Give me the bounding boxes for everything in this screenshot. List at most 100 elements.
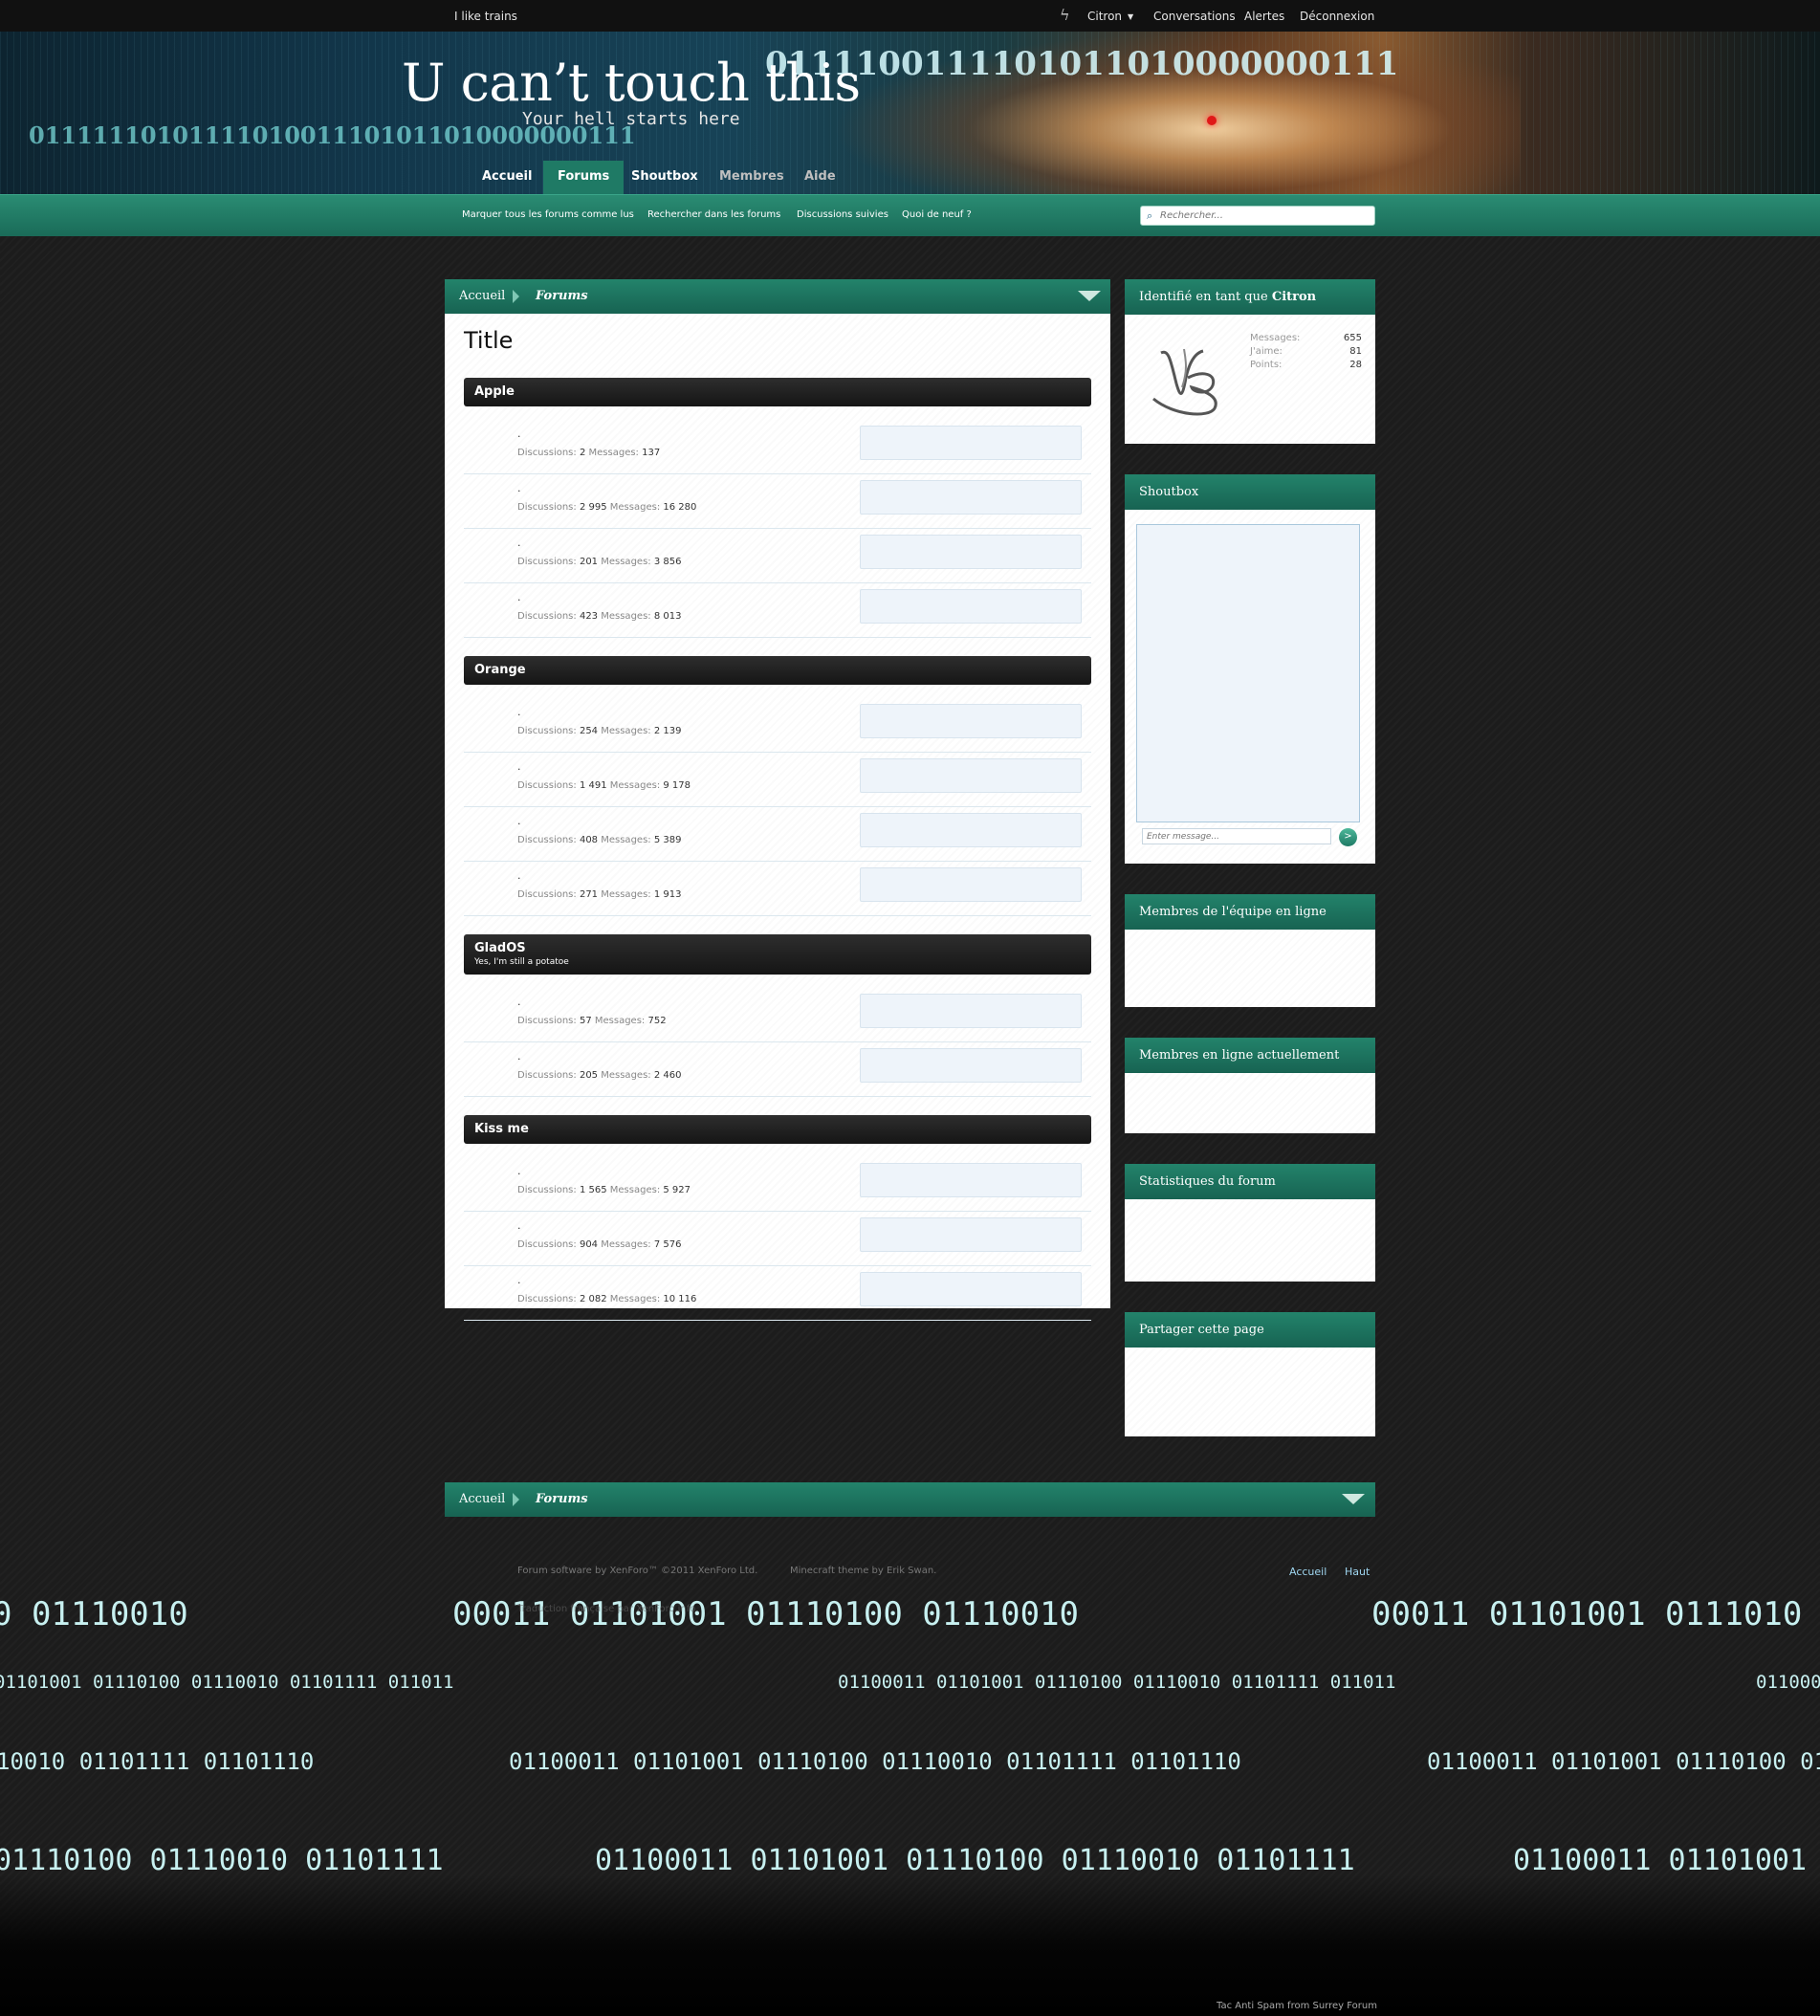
shoutbox-message-input[interactable]	[1142, 828, 1331, 844]
forum-node-title[interactable]: .	[517, 1219, 521, 1232]
category-name[interactable]: Kiss me	[474, 1122, 529, 1136]
messages-label: Messages:	[601, 835, 651, 845]
forum-node-stats: Discussions: 1 491 Messages: 9 178	[517, 780, 691, 791]
shoutbox-messages[interactable]	[1136, 524, 1360, 822]
category-name[interactable]: GladOS	[474, 941, 526, 955]
forum-node-title[interactable]: .	[517, 427, 521, 440]
forum-node-title[interactable]: .	[517, 1165, 521, 1177]
search-box[interactable]: ⌕	[1140, 206, 1375, 226]
category-header[interactable]: GladOS Yes, I'm still a potatoe	[464, 934, 1091, 975]
site-title[interactable]: U can’t touch this	[402, 53, 861, 113]
discussions-label: Discussions:	[517, 780, 577, 791]
binary-text: 01110100 01110010 01101111	[0, 1844, 444, 1877]
tab-shoutbox[interactable]: Shoutbox	[617, 161, 713, 194]
breadcrumb-menu-chevron-icon[interactable]	[1342, 1494, 1365, 1504]
discussions-count: 201	[579, 557, 599, 567]
breadcrumb-home[interactable]: Accueil	[459, 1492, 505, 1506]
discussions-label: Discussions:	[517, 1016, 577, 1026]
category-name[interactable]: Apple	[474, 384, 515, 399]
footer-home-link[interactable]: Accueil	[1289, 1566, 1327, 1578]
discussions-label: Discussions:	[517, 611, 577, 622]
forum-node-last-post[interactable]	[860, 758, 1082, 793]
top-user-bar: I like trains ϟ Citron ▼ Conversations A…	[0, 0, 1820, 32]
search-icon[interactable]: ⌕	[1147, 209, 1152, 223]
discussions-count: 254	[579, 726, 599, 736]
forum-node-title[interactable]: .	[517, 760, 521, 773]
footer-top-link[interactable]: Haut	[1345, 1566, 1370, 1578]
forum-node-stats: Discussions: 2 082 Messages: 10 116	[517, 1294, 696, 1304]
messages-count: 8 013	[653, 611, 682, 622]
visitor-stat-value[interactable]: 655	[1344, 333, 1362, 343]
forum-node-last-post[interactable]	[860, 535, 1082, 569]
forum-node-title[interactable]: .	[517, 537, 521, 549]
forum-node-title[interactable]: .	[517, 815, 521, 827]
breadcrumb-current[interactable]: Forums	[536, 1492, 588, 1506]
forum-node-last-post[interactable]	[860, 1272, 1082, 1306]
members-online-panel: Membres en ligne actuellement	[1125, 1038, 1375, 1133]
forum-node-last-post[interactable]	[860, 1048, 1082, 1083]
logout-link[interactable]: Déconnexion	[1300, 10, 1374, 23]
forum-node-last-post[interactable]	[860, 867, 1082, 902]
forum-node-last-post[interactable]	[860, 994, 1082, 1028]
discussions-label: Discussions:	[517, 889, 577, 900]
forum-node-last-post[interactable]	[860, 426, 1082, 460]
members-online-title: Membres en ligne actuellement	[1139, 1048, 1340, 1063]
forum-node-title[interactable]: .	[517, 869, 521, 882]
search-input[interactable]	[1160, 208, 1366, 222]
forum-node-last-post[interactable]	[860, 589, 1082, 624]
footer-translation-credit[interactable]: Traduction française par XenForo.info	[517, 1604, 695, 1614]
conversations-link[interactable]: Conversations	[1153, 10, 1236, 23]
share-page-header: Partager cette page	[1125, 1312, 1375, 1348]
forum-node-stats: Discussions: 254 Messages: 2 139	[517, 726, 681, 736]
discussions-label: Discussions:	[517, 1239, 577, 1250]
visitor-stat-value[interactable]: 28	[1349, 360, 1362, 370]
visitor-heading: Identifié en tant que Citron	[1139, 290, 1316, 304]
binary-text: 01100011 01101001 01110100 01	[1427, 1748, 1820, 1775]
tab-aide[interactable]: Aide	[790, 161, 850, 194]
tab-accueil[interactable]: Accueil	[468, 161, 546, 194]
forum-node-stats: Discussions: 408 Messages: 5 389	[517, 835, 681, 845]
forum-node-last-post[interactable]	[860, 480, 1082, 515]
tab-membres[interactable]: Membres	[705, 161, 799, 194]
forum-node-title[interactable]: .	[517, 706, 521, 718]
forum-node-title[interactable]: .	[517, 1050, 521, 1063]
breadcrumb-separator-icon	[513, 1493, 519, 1506]
forum-node-last-post[interactable]	[860, 1217, 1082, 1252]
forum-node-row: . Discussions: 904 Messages: 7 576	[464, 1212, 1091, 1266]
visitor-stat-value[interactable]: 81	[1349, 346, 1362, 357]
forum-node-title[interactable]: .	[517, 591, 521, 603]
forum-node-last-post[interactable]	[860, 704, 1082, 738]
breadcrumb-home[interactable]: Accueil	[459, 289, 505, 303]
staff-online-panel: Membres de l'équipe en ligne	[1125, 894, 1375, 1007]
user-name-link[interactable]: Citron	[1087, 10, 1122, 23]
category-header[interactable]: Apple	[464, 378, 1091, 406]
user-avatar-signature-icon[interactable]	[1146, 332, 1230, 418]
chevron-down-icon[interactable]: ▼	[1128, 12, 1133, 21]
messages-count: 3 856	[653, 557, 682, 567]
visitor-name[interactable]: Citron	[1272, 290, 1316, 304]
forum-node-last-post[interactable]	[860, 813, 1082, 847]
forum-node-last-post[interactable]	[860, 1163, 1082, 1197]
breadcrumb-menu-chevron-icon[interactable]	[1078, 291, 1101, 301]
visitor-stat-label: J'aime:	[1250, 346, 1283, 357]
visitor-stat-label: Points:	[1250, 360, 1283, 370]
binary-text: 0 01110010	[0, 1595, 188, 1633]
user-avatar-icon[interactable]: ϟ	[1060, 6, 1070, 24]
watched-threads-link[interactable]: Discussions suivies	[797, 209, 888, 220]
mark-forums-read-link[interactable]: Marquer tous les forums comme lus	[462, 209, 634, 220]
whats-new-link[interactable]: Quoi de neuf ?	[902, 209, 972, 220]
forum-node-title[interactable]: .	[517, 482, 521, 494]
category-name[interactable]: Orange	[474, 663, 526, 677]
category-header[interactable]: Orange	[464, 656, 1091, 685]
category-header[interactable]: Kiss me	[464, 1115, 1091, 1144]
alerts-link[interactable]: Alertes	[1244, 10, 1284, 23]
search-forums-link[interactable]: Rechercher dans les forums	[647, 209, 780, 220]
forum-node-title[interactable]: .	[517, 996, 521, 1008]
shoutbox-send-button[interactable]: >	[1339, 828, 1357, 846]
site-name-link[interactable]: I like trains	[454, 10, 517, 23]
tab-forums[interactable]: Forums	[543, 161, 625, 194]
footer-copyright[interactable]: Forum software by XenForo™ ©2011 XenForo…	[517, 1566, 757, 1576]
messages-label: Messages:	[601, 726, 651, 736]
forum-node-title[interactable]: .	[517, 1274, 521, 1286]
breadcrumb-current[interactable]: Forums	[536, 289, 588, 303]
